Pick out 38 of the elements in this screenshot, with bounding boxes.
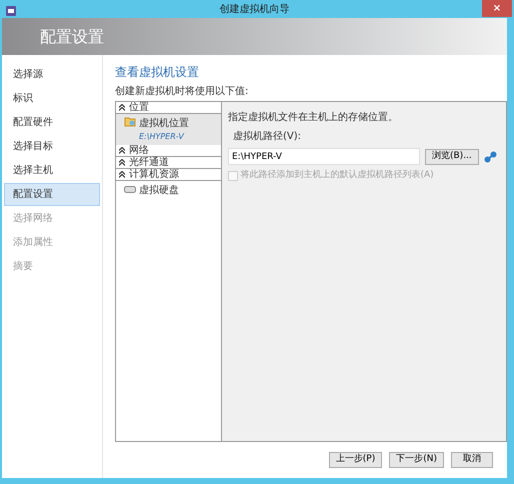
category-label: 位置 xyxy=(129,100,149,115)
item-path: E:\HYPER-V xyxy=(139,131,186,143)
link-icon[interactable] xyxy=(484,150,497,162)
tree-item[interactable]: 虚拟机位置 E:\HYPER-V xyxy=(116,114,221,145)
sidebar-item[interactable]: 配置设置 xyxy=(4,183,100,206)
wizard-button[interactable]: 下一步(N) xyxy=(389,452,444,468)
path-field[interactable]: E:\HYPER-V xyxy=(228,148,420,165)
wizard-button[interactable]: 上一步(P) xyxy=(328,452,382,468)
checkbox-label: 将此路径添加到主机上的默认虚拟机路径列表(A) xyxy=(240,169,434,182)
app-icon xyxy=(6,4,16,19)
section-title: 查看虚拟机设置 xyxy=(115,64,200,81)
path-label: 虚拟机路径(V): xyxy=(232,130,302,144)
sidebar-item[interactable]: 选择源 xyxy=(4,63,100,86)
collapse-icon[interactable] xyxy=(119,147,125,154)
sidebar-item[interactable]: 标识 xyxy=(4,87,100,110)
window-title: 创建虚拟机向导 xyxy=(220,2,290,16)
category-label: 网络 xyxy=(129,144,149,156)
section-subtitle: 创建新虚拟机时将使用以下值: xyxy=(115,84,250,99)
wizard-button[interactable]: 取消 xyxy=(451,452,493,468)
sidebar-item[interactable]: 选择主机 xyxy=(4,159,100,182)
tree-item[interactable]: 虚拟硬盘 xyxy=(116,181,221,200)
collapse-icon[interactable] xyxy=(119,104,125,111)
item-label: 虚拟硬盘 xyxy=(139,184,179,198)
item-label: 虚拟机位置 xyxy=(139,116,189,131)
browse-button[interactable]: 浏览(B)... xyxy=(425,148,479,164)
tree-category[interactable]: 网络 xyxy=(116,145,221,157)
close-button[interactable]: × xyxy=(482,0,512,17)
tree-category[interactable]: 计算机资源 xyxy=(116,169,221,181)
page-heading: 配置设置 xyxy=(40,26,104,48)
sidebar-item[interactable]: 配置硬件 xyxy=(4,111,100,134)
collapse-icon[interactable] xyxy=(119,159,125,166)
category-label: 光纤通道 xyxy=(129,156,169,168)
sidebar-item[interactable]: 选择目标 xyxy=(4,135,100,158)
category-label: 计算机资源 xyxy=(129,168,179,182)
tree-category[interactable]: 光纤通道 xyxy=(116,157,221,169)
folder-icon xyxy=(124,116,136,127)
collapse-icon[interactable] xyxy=(119,171,125,178)
description-text: 指定虚拟机文件在主机上的存储位置。 xyxy=(228,110,399,125)
